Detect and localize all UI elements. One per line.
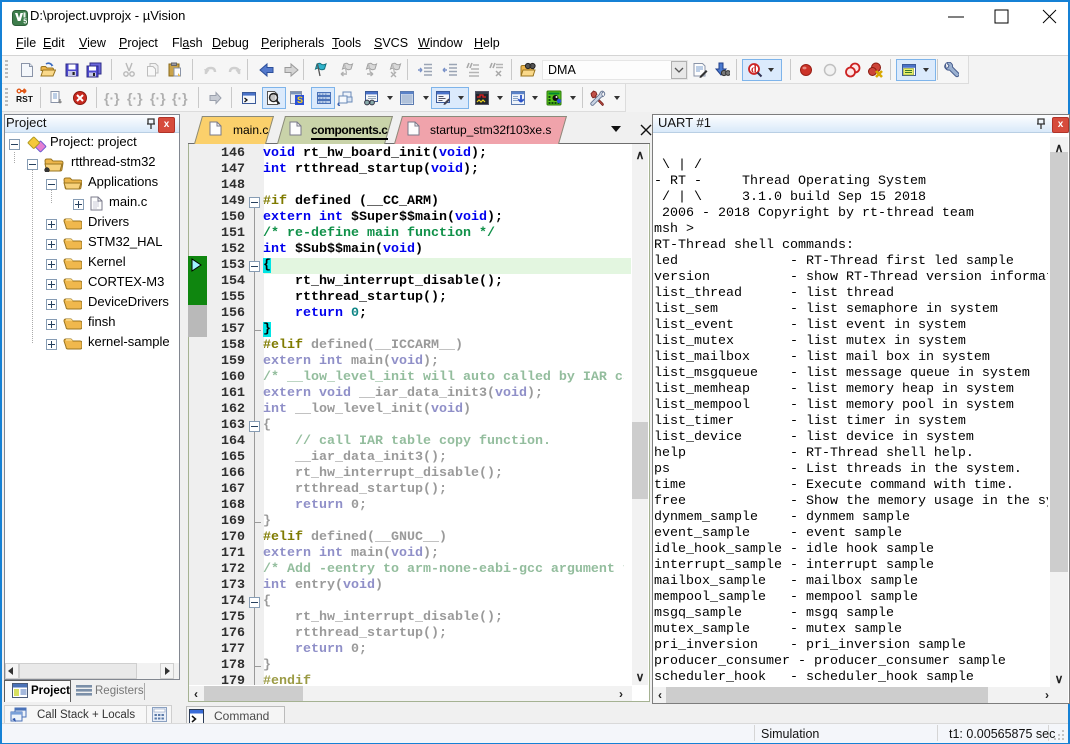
svg-text:S: S <box>297 95 303 105</box>
svg-text:{·}: {·} <box>172 90 188 106</box>
svg-text:RST: RST <box>16 94 34 104</box>
svg-text:{·}: {·} <box>104 90 120 106</box>
svg-text:d: d <box>751 65 757 76</box>
svg-text:{·}: {·} <box>127 90 143 106</box>
svg-text:5: 5 <box>23 19 27 26</box>
svg-text:{·}: {·} <box>150 90 166 106</box>
